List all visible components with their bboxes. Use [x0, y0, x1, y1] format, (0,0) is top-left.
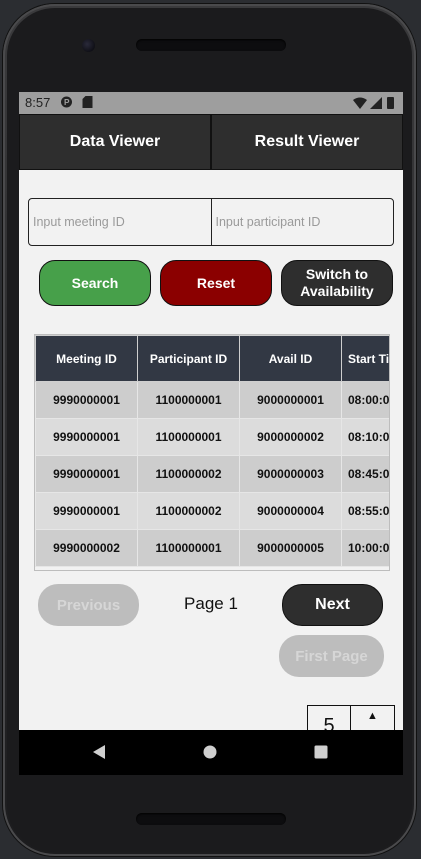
search-inputs — [28, 198, 394, 246]
status-time: 8:57 — [25, 95, 51, 110]
tab-result-viewer[interactable]: Result Viewer — [211, 114, 403, 170]
recents-icon[interactable] — [314, 745, 328, 759]
table-row[interactable]: 9990000001 1100000001 9000000001 08:00:0… — [35, 381, 389, 419]
table-cell: 1100000002 — [137, 492, 240, 530]
page-indicator: Page 1 — [184, 594, 238, 613]
table-cell: 1100000001 — [137, 418, 240, 456]
table-row[interactable]: 9990000002 1100000001 9000000005 10:00:0… — [35, 529, 389, 567]
table-cell: 08:45:00 — [341, 455, 389, 493]
top-speaker — [136, 39, 286, 51]
home-icon[interactable] — [203, 745, 217, 759]
previous-button[interactable]: Previous — [38, 584, 139, 626]
table-row[interactable]: 9990000001 1100000002 9000000004 08:55:0… — [35, 492, 389, 530]
data-table: Meeting ID Participant ID Avail ID Start… — [35, 335, 389, 567]
svg-text:P: P — [64, 98, 70, 107]
table-cell: 9990000001 — [35, 381, 138, 419]
table-cell: 9000000005 — [239, 529, 342, 567]
android-nav-bar — [19, 730, 403, 775]
back-icon[interactable] — [92, 744, 106, 760]
table-header-row: Meeting ID Participant ID Avail ID Start… — [35, 335, 389, 382]
wifi-icon — [353, 97, 367, 109]
table-cell: 08:00:00 — [341, 381, 389, 419]
status-bar: 8:57 P — [19, 92, 403, 114]
signal-icon — [370, 97, 382, 109]
search-button[interactable]: Search — [39, 260, 151, 306]
battery-icon — [387, 97, 394, 109]
column-header: Meeting ID — [35, 335, 138, 382]
bottom-speaker — [136, 813, 286, 825]
table-cell: 10:00:00 — [341, 529, 389, 567]
table-cell: 9990000001 — [35, 418, 138, 456]
front-camera — [82, 39, 95, 52]
sd-card-icon — [82, 96, 93, 108]
table-cell: 9990000001 — [35, 492, 138, 530]
column-header: Participant ID — [137, 335, 240, 382]
switch-label-line2: Availability — [300, 283, 374, 299]
switch-availability-button[interactable]: Switch to Availability — [281, 260, 393, 306]
next-button[interactable]: Next — [282, 584, 383, 626]
column-header: Avail ID — [239, 335, 342, 382]
notification-p-icon: P — [61, 96, 72, 108]
table-cell: 9000000004 — [239, 492, 342, 530]
meeting-id-input[interactable] — [29, 199, 211, 245]
table-cell: 1100000001 — [137, 381, 240, 419]
switch-label-line1: Switch to — [305, 266, 369, 282]
reset-button[interactable]: Reset — [160, 260, 272, 306]
table-cell: 9000000003 — [239, 455, 342, 493]
column-header: Start Time — [341, 335, 389, 382]
table-cell: 9990000002 — [35, 529, 138, 567]
data-table-container[interactable]: Meeting ID Participant ID Avail ID Start… — [34, 334, 390, 571]
table-cell: 08:55:00 — [341, 492, 389, 530]
participant-id-input[interactable] — [211, 199, 393, 245]
table-cell: 9990000001 — [35, 455, 138, 493]
app-screen: 8:57 P Data Viewer Result Viewer Search … — [19, 92, 403, 775]
first-page-button[interactable]: First Page — [279, 635, 384, 677]
switch-button-label: Switch to Availability — [300, 266, 373, 300]
table-cell: 1100000001 — [137, 529, 240, 567]
status-right-icons — [353, 97, 394, 109]
table-cell: 9000000001 — [239, 381, 342, 419]
table-cell: 9000000002 — [239, 418, 342, 456]
table-row[interactable]: 9990000001 1100000001 9000000002 08:10:0… — [35, 418, 389, 456]
table-cell: 08:10:00 — [341, 418, 389, 456]
tab-data-viewer[interactable]: Data Viewer — [19, 114, 211, 170]
table-cell: 1100000002 — [137, 455, 240, 493]
tab-bar: Data Viewer Result Viewer — [19, 114, 403, 170]
table-row[interactable]: 9990000001 1100000002 9000000003 08:45:0… — [35, 455, 389, 493]
